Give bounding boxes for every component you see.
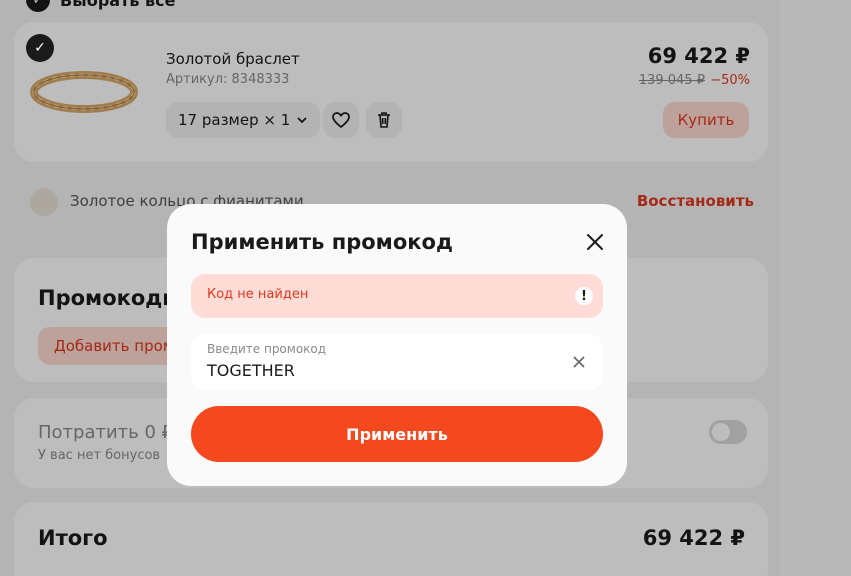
- close-button[interactable]: [581, 228, 609, 256]
- modal-title: Применить промокод: [191, 230, 453, 254]
- clear-icon: [573, 356, 585, 368]
- apply-button[interactable]: Применить: [191, 406, 603, 462]
- promo-code-input[interactable]: [207, 359, 557, 381]
- close-icon: [587, 234, 603, 250]
- promo-modal: Применить промокод Код не найден ! Введи…: [167, 204, 627, 486]
- promo-code-field[interactable]: Введите промокод: [191, 334, 603, 390]
- check-icon[interactable]: ✓: [26, 34, 54, 62]
- error-text: Код не найден: [207, 287, 309, 302]
- error-message: Код не найден !: [191, 274, 603, 318]
- error-icon: !: [575, 287, 593, 305]
- clear-button[interactable]: [569, 352, 589, 372]
- promo-field-label: Введите промокод: [207, 342, 327, 356]
